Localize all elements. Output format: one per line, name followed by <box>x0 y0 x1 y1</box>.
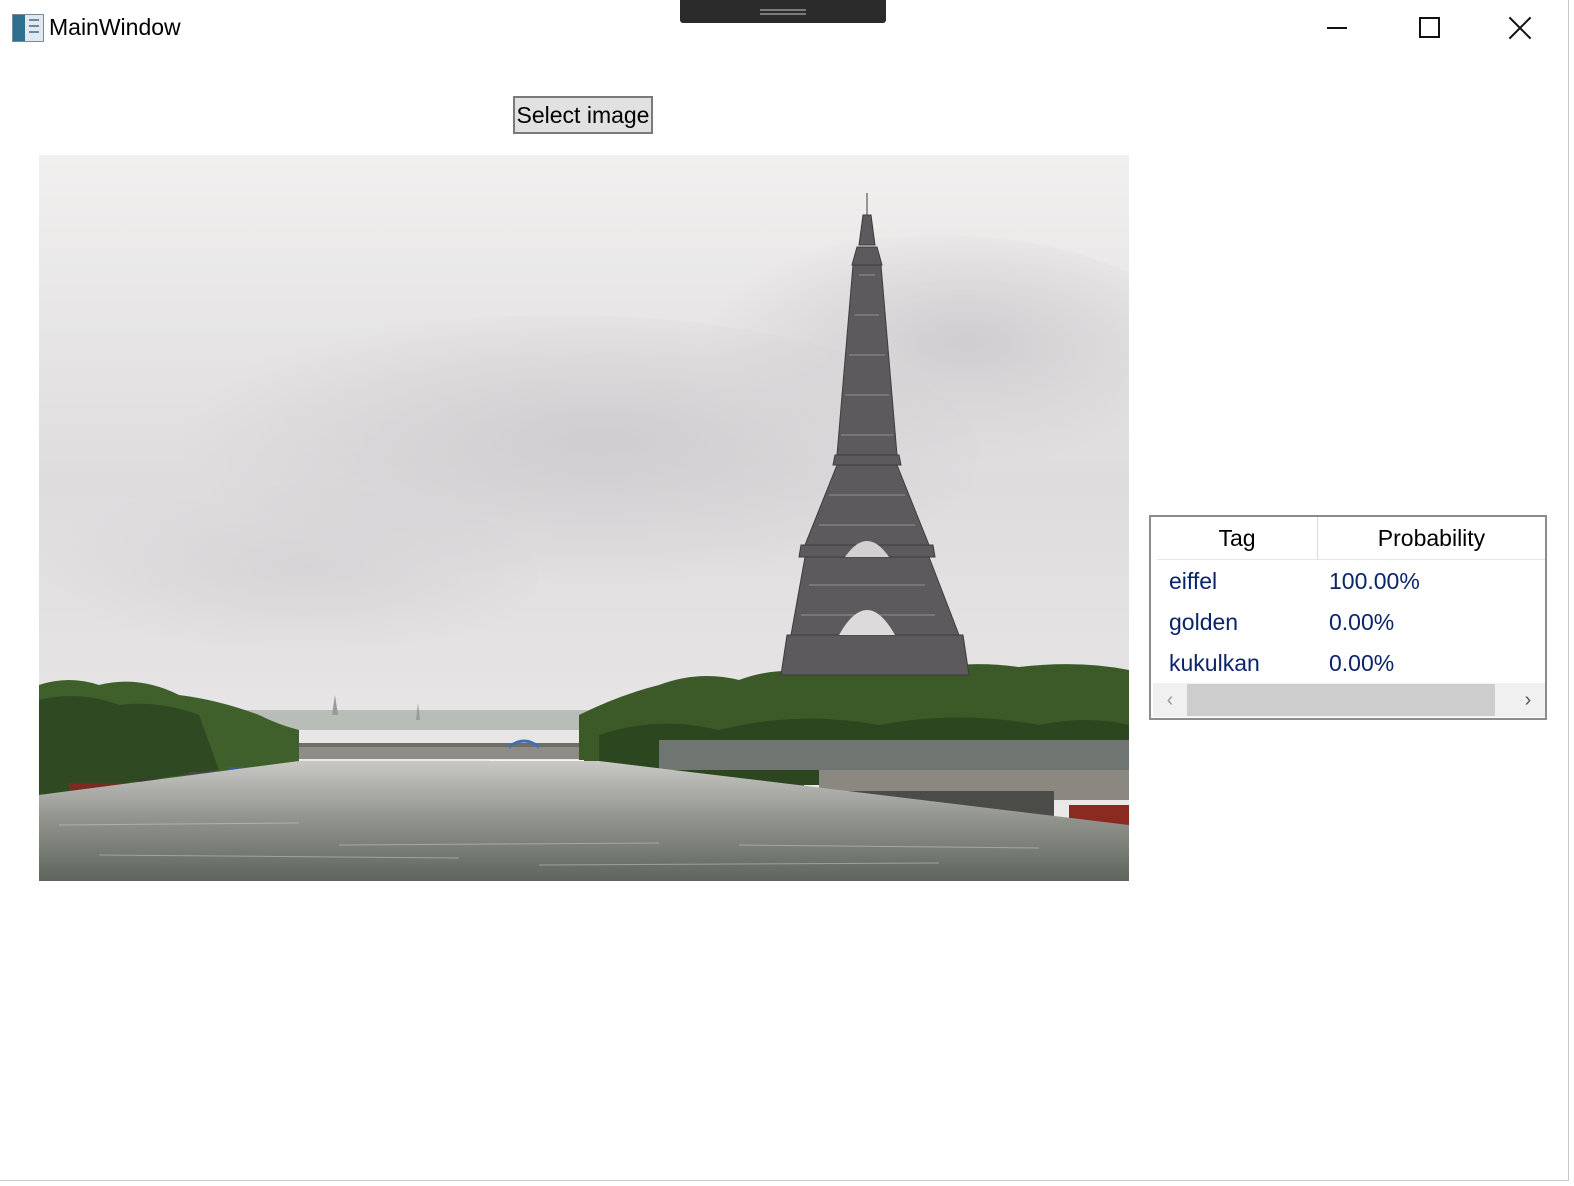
select-image-button[interactable]: Select image <box>513 96 653 134</box>
table-row[interactable]: kukulkan 0.00% <box>1157 643 1545 684</box>
table-row[interactable]: eiffel 100.00% <box>1157 561 1545 602</box>
tag-cell: golden <box>1169 609 1239 635</box>
maximize-icon <box>1419 17 1440 38</box>
results-grid[interactable]: Tag Probability eiffel 100.00% golden 0.… <box>1149 515 1547 720</box>
horizontal-scrollbar[interactable]: ‹ › <box>1153 683 1545 717</box>
probability-cell: 0.00% <box>1329 609 1395 635</box>
probability-cell: 0.00% <box>1329 650 1395 676</box>
tag-cell: eiffel <box>1169 568 1218 594</box>
title-bar[interactable]: MainWindow <box>0 0 1568 56</box>
probability-cell: 100.00% <box>1329 568 1420 594</box>
close-button[interactable] <box>1474 0 1566 56</box>
selected-image <box>39 155 1129 881</box>
column-header-probability[interactable]: Probability <box>1318 517 1545 559</box>
grid-header: Tag Probability <box>1157 517 1545 560</box>
chevron-right-icon[interactable]: › <box>1511 683 1545 717</box>
column-header-tag[interactable]: Tag <box>1157 517 1318 559</box>
snap-grip-handle[interactable] <box>680 0 886 23</box>
tag-cell: kukulkan <box>1169 650 1260 676</box>
chevron-left-icon[interactable]: ‹ <box>1153 683 1187 717</box>
maximize-button[interactable] <box>1382 0 1474 56</box>
main-window: MainWindow Select image Tag Probability … <box>0 0 1569 1181</box>
window-app-icon <box>12 14 44 42</box>
minimize-icon <box>1327 27 1347 29</box>
table-row[interactable]: golden 0.00% <box>1157 602 1545 643</box>
window-title: MainWindow <box>49 14 181 40</box>
minimize-button[interactable] <box>1290 0 1382 56</box>
scrollbar-thumb[interactable] <box>1187 684 1495 716</box>
close-icon <box>1508 16 1532 40</box>
